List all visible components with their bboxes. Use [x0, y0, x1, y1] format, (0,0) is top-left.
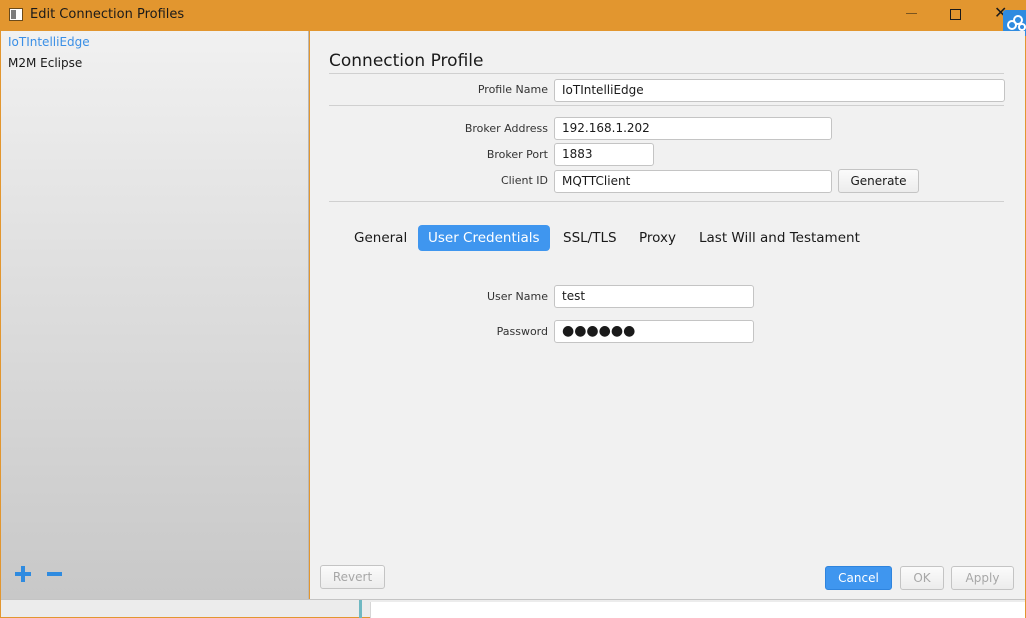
apply-button[interactable]: Apply — [951, 566, 1014, 590]
password-label: Password — [496, 325, 548, 338]
tab-proxy[interactable]: Proxy — [629, 225, 686, 251]
profile-name-label: Profile Name — [477, 83, 548, 96]
broker-address-label: Broker Address — [464, 122, 548, 135]
profile-list-pane: IoTIntelliEdge M2M Eclipse — [1, 31, 309, 599]
status-field — [370, 602, 1025, 618]
window-title: Edit Connection Profiles — [30, 7, 185, 22]
revert-button[interactable]: Revert — [320, 565, 385, 589]
divider — [329, 73, 1004, 74]
section-title: Connection Profile — [329, 51, 484, 71]
cancel-button[interactable]: Cancel — [825, 566, 892, 590]
tab-ssl-tls[interactable]: SSL/TLS — [553, 225, 627, 251]
password-input[interactable]: ●●●●●● — [554, 320, 754, 343]
divider — [329, 201, 1004, 202]
ok-button[interactable]: OK — [900, 566, 944, 590]
generate-button[interactable]: Generate — [838, 169, 919, 193]
tab-user-credentials[interactable]: User Credentials — [418, 225, 550, 251]
profile-editor-pane: Connection Profile Profile Name IoTIntel… — [310, 31, 1025, 599]
divider — [329, 105, 1004, 106]
minimize-button[interactable] — [906, 13, 917, 14]
profile-list-item[interactable]: M2M Eclipse — [8, 54, 82, 72]
broker-port-label: Broker Port — [486, 148, 548, 161]
user-name-label: User Name — [486, 290, 548, 303]
status-splitter[interactable] — [359, 600, 362, 618]
broker-address-input[interactable]: 192.168.1.202 — [554, 117, 832, 140]
user-name-input[interactable]: test — [554, 285, 754, 308]
profile-list-item[interactable]: IoTIntelliEdge — [8, 33, 90, 51]
status-bar — [1, 599, 1025, 618]
add-profile-icon[interactable] — [15, 566, 31, 582]
app-icon — [9, 8, 23, 21]
broker-port-input[interactable]: 1883 — [554, 143, 654, 166]
client-id-input[interactable]: MQTTClient — [554, 170, 832, 193]
maximize-button[interactable] — [950, 9, 961, 20]
tab-general[interactable]: General — [344, 225, 417, 251]
profile-name-input[interactable]: IoTIntelliEdge — [554, 79, 1005, 102]
title-bar: Edit Connection Profiles ✕ — [0, 0, 1026, 36]
client-id-label: Client ID — [500, 174, 548, 187]
tab-last-will[interactable]: Last Will and Testament — [689, 225, 870, 251]
remove-profile-icon[interactable] — [47, 572, 62, 576]
